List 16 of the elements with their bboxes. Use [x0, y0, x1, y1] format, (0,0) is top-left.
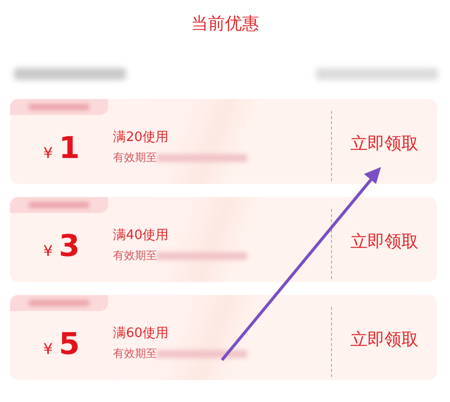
validity-label: 有效期至	[113, 150, 157, 165]
currency-symbol: ¥	[43, 242, 53, 260]
claim-button[interactable]: 立即领取	[332, 126, 437, 161]
coupon-condition: 满60使用	[113, 325, 170, 342]
currency-symbol: ¥	[43, 144, 53, 162]
validity-label: 有效期至	[113, 346, 157, 361]
coupon-amount: 1	[58, 131, 80, 166]
validity-label: 有效期至	[113, 248, 157, 263]
coupon-condition: 满40使用	[113, 227, 170, 244]
claim-button[interactable]: 立即领取	[332, 322, 437, 357]
coupon-amount: 5	[58, 327, 80, 362]
coupon-amount: 3	[58, 229, 80, 264]
sheet-title: 当前优惠	[190, 13, 260, 36]
claim-button[interactable]: 立即领取	[332, 224, 437, 259]
coupon-condition: 满20使用	[113, 129, 170, 146]
currency-symbol: ¥	[43, 340, 53, 358]
